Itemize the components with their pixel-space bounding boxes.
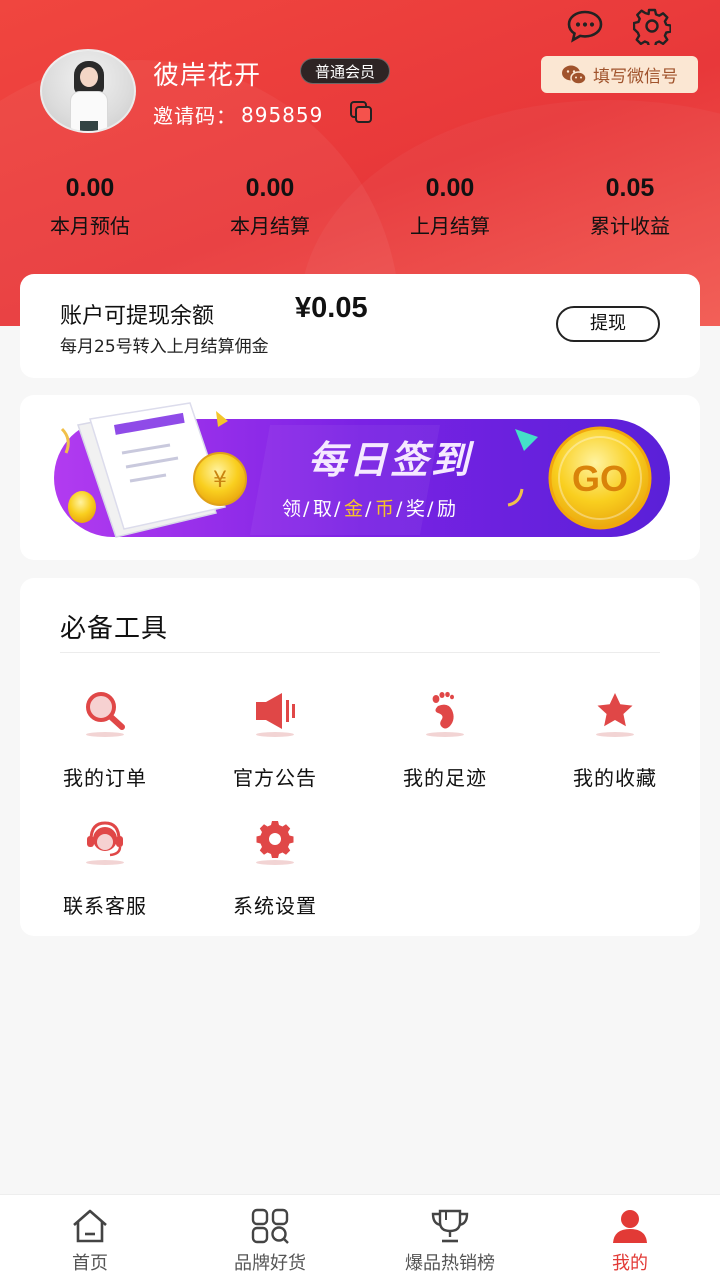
copy-icon[interactable] [349, 100, 373, 124]
user-icon [610, 1207, 650, 1245]
invite-code-label: 邀请码： [153, 104, 237, 128]
stat-value: 0.00 [65, 174, 115, 202]
svg-text:¥: ¥ [213, 468, 227, 493]
grid-apps-icon [250, 1207, 290, 1245]
trophy-icon [430, 1207, 470, 1245]
tool-label: 系统设置 [233, 894, 317, 918]
user-name: 彼岸花开 [153, 61, 262, 91]
banner-separator: / [334, 498, 341, 520]
star-icon [590, 690, 640, 742]
speaker-icon [250, 690, 300, 742]
tool-label: 官方公告 [233, 766, 317, 790]
avatar[interactable] [40, 49, 136, 133]
nav-brand-goods[interactable]: 品牌好货 [180, 1195, 360, 1280]
tool-label: 联系客服 [63, 894, 147, 918]
stat-value: 0.00 [425, 174, 475, 202]
nav-hot-ranking[interactable]: 爆品热销榜 [360, 1195, 540, 1280]
banner-title: 每日签到 [308, 438, 475, 482]
nav-mine[interactable]: 我的 [540, 1195, 720, 1280]
tool-my-footprints[interactable]: 我的足迹 [360, 690, 530, 800]
essential-tools-panel: 必备工具 我的订单 官方公告 我的足迹 我的收藏 联系客服 系统设置 [20, 578, 700, 936]
stat-last-month-settled[interactable]: 0.00 上月结算 [360, 170, 540, 239]
magnifier-icon [80, 690, 130, 742]
balance-title: 账户可提现余额 [60, 304, 215, 329]
stat-value: 0.05 [605, 174, 655, 202]
withdraw-button[interactable]: 提现 [556, 306, 660, 342]
earnings-stats: 0.00 本月预估 0.00 本月结算 0.00 上月结算 0.05 累计收益 [0, 170, 720, 239]
home-icon [70, 1207, 110, 1245]
banner-subtitle-char: 奖 [406, 498, 425, 520]
banner-subtitle-char: 取 [313, 498, 332, 520]
banner-separator: / [427, 498, 434, 520]
stat-this-month-settled[interactable]: 0.00 本月结算 [180, 170, 360, 239]
nav-label: 我的 [612, 1253, 648, 1274]
gear-icon [250, 818, 300, 870]
tool-label: 我的收藏 [573, 766, 657, 790]
footprint-icon [420, 690, 470, 742]
stat-label: 本月预估 [50, 214, 130, 238]
tool-my-favorites[interactable]: 我的收藏 [530, 690, 700, 800]
chat-bubble-icon[interactable] [565, 6, 605, 46]
nav-label: 首页 [72, 1253, 108, 1274]
banner-subtitle-char: 领 [282, 498, 301, 520]
banner-subtitle-char: 币 [375, 498, 394, 520]
stat-this-month-estimate[interactable]: 0.00 本月预估 [0, 170, 180, 239]
nav-home[interactable]: 首页 [0, 1195, 180, 1280]
tools-title: 必备工具 [60, 614, 169, 644]
bottom-navigation: 首页 品牌好货 爆品热销榜 我的 [0, 1194, 720, 1280]
nav-label: 品牌好货 [234, 1253, 306, 1274]
divider [60, 652, 660, 653]
tool-label: 我的足迹 [403, 766, 487, 790]
fill-wechat-button[interactable]: 填写微信号 [541, 56, 698, 93]
tool-customer-service[interactable]: 联系客服 [20, 818, 190, 928]
stat-label: 本月结算 [230, 214, 310, 238]
tool-announcements[interactable]: 官方公告 [190, 690, 360, 800]
fill-wechat-label: 填写微信号 [593, 67, 678, 87]
banner-separator: / [365, 498, 372, 520]
headset-icon [80, 818, 130, 870]
nav-label: 爆品热销榜 [405, 1253, 495, 1274]
stat-label: 累计收益 [590, 214, 670, 238]
balance-note: 每月25号转入上月结算佣金 [60, 337, 269, 357]
invite-code-row: 邀请码： 895859 [153, 100, 323, 129]
invite-code-value: 895859 [241, 102, 324, 127]
member-level-badge: 普通会员 [300, 58, 391, 84]
tool-label: 我的订单 [63, 766, 147, 790]
stat-label: 上月结算 [410, 214, 490, 238]
banner-subtitle-char: 金 [344, 498, 363, 520]
stat-total-earnings[interactable]: 0.05 累计收益 [540, 170, 720, 239]
banner-subtitle-char: 励 [437, 498, 456, 520]
stat-value: 0.00 [245, 174, 295, 202]
banner-separator: / [396, 498, 403, 520]
tool-system-settings[interactable]: 系统设置 [190, 818, 360, 928]
banner-separator: / [303, 498, 310, 520]
withdrawable-balance-card: 账户可提现余额 ¥0.05 每月25号转入上月结算佣金 提现 [20, 274, 700, 378]
tool-my-orders[interactable]: 我的订单 [20, 690, 190, 800]
settings-gear-icon[interactable] [632, 6, 672, 46]
wechat-icon [562, 65, 587, 85]
daily-checkin-banner[interactable]: ¥ 每日签到 领 / 取 / 金 / 币 / 奖 / 励 GO [20, 395, 700, 560]
balance-amount: ¥0.05 [295, 292, 368, 324]
go-button-label: GO [572, 458, 628, 499]
